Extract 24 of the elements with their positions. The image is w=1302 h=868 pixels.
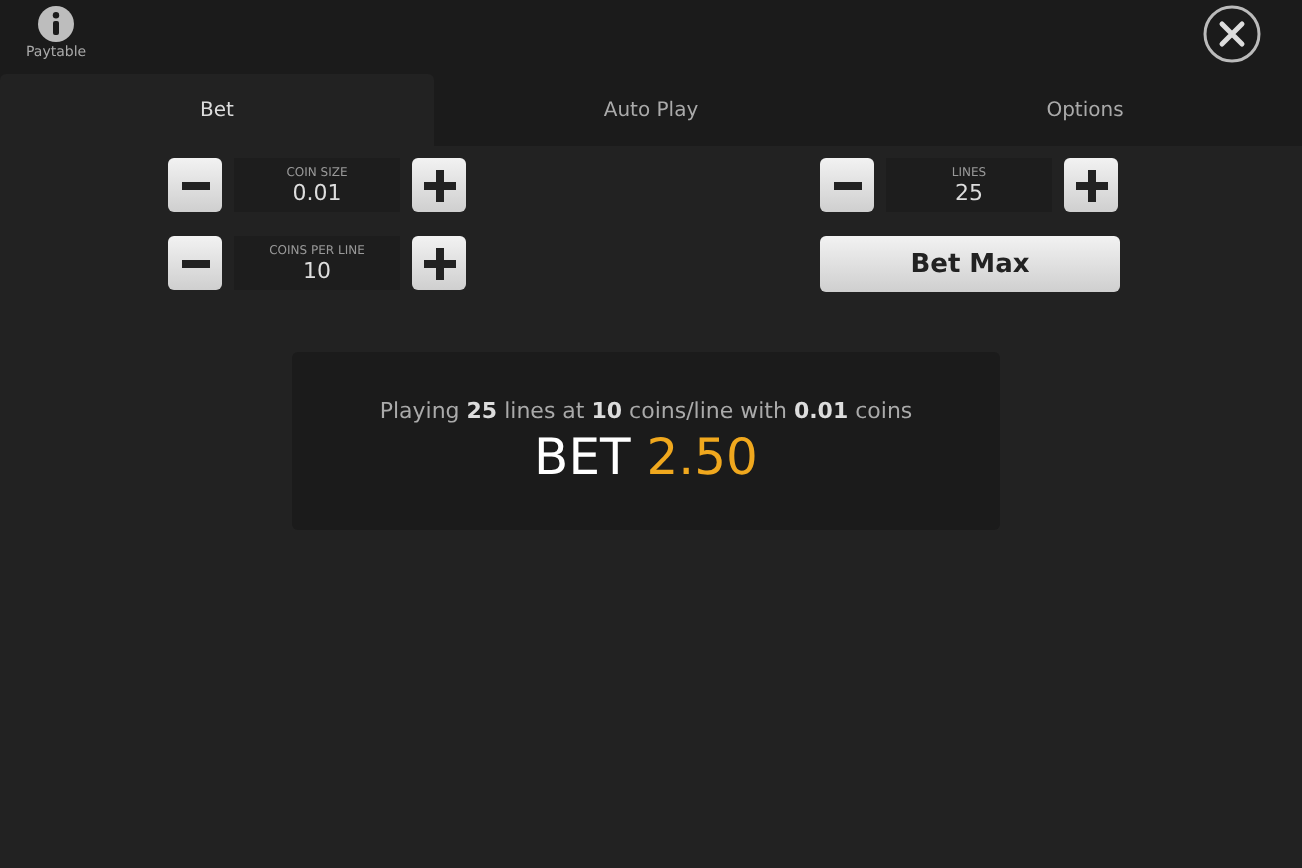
tab[interactable]: Bet bbox=[0, 74, 434, 146]
plus-button[interactable] bbox=[412, 158, 466, 212]
bet-summary-text: Playing 25 lines at 10 coins/line with 0.01 coins bbox=[379, 397, 913, 423]
stepper-value: 10 bbox=[303, 257, 331, 283]
bet-label: BET bbox=[534, 427, 631, 485]
minus-icon bbox=[181, 259, 209, 267]
bet-max-button[interactable]: Bet Max bbox=[820, 236, 1120, 292]
minus-button[interactable] bbox=[168, 158, 222, 212]
stepper-value: 0.01 bbox=[292, 179, 342, 205]
tab[interactable]: Options bbox=[868, 74, 1302, 146]
minus-icon bbox=[833, 181, 861, 189]
close-icon[interactable] bbox=[1202, 4, 1262, 64]
tab[interactable]: Auto Play bbox=[434, 74, 868, 146]
info-icon[interactable] bbox=[38, 6, 75, 42]
plus-icon bbox=[423, 169, 455, 201]
minus-button[interactable] bbox=[168, 236, 222, 290]
plus-icon bbox=[423, 247, 455, 279]
plus-button[interactable] bbox=[1064, 158, 1118, 212]
minus-icon bbox=[181, 181, 209, 189]
minus-button[interactable] bbox=[820, 158, 874, 212]
bet-amount: 2.50 bbox=[646, 427, 758, 485]
plus-icon bbox=[1075, 169, 1107, 201]
stepper-value: 25 bbox=[955, 179, 983, 205]
plus-button[interactable] bbox=[412, 236, 466, 290]
